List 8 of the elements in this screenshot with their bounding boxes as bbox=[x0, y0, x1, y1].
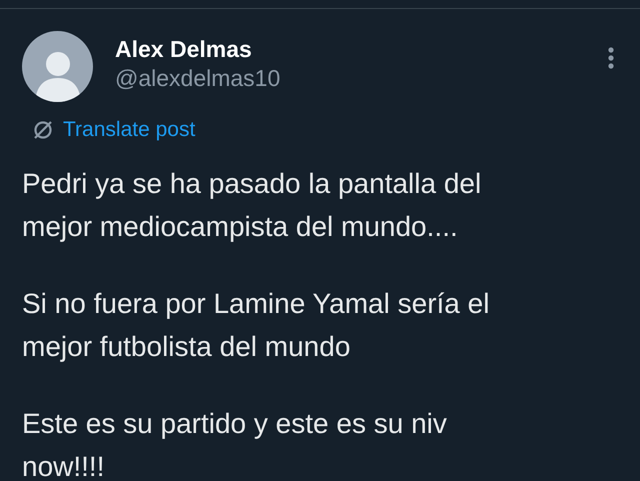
author-name[interactable]: Alex Delmas bbox=[115, 35, 280, 63]
more-options-icon[interactable] bbox=[608, 47, 614, 69]
author-handle[interactable]: @alexdelmas10 bbox=[115, 63, 280, 93]
translate-post-link[interactable]: Translate post bbox=[63, 114, 196, 146]
post-text: Si no fuera por Lamine Yamal sería el mejor futbolista del mundo bbox=[22, 286, 490, 364]
post-text: Pedri ya se ha pasado la pantalla del mejor mediocampista del mundo.... bbox=[22, 166, 482, 244]
translate-icon bbox=[32, 118, 54, 141]
post-text: Este es su partido y este es su niv now!!!! bbox=[22, 406, 448, 481]
